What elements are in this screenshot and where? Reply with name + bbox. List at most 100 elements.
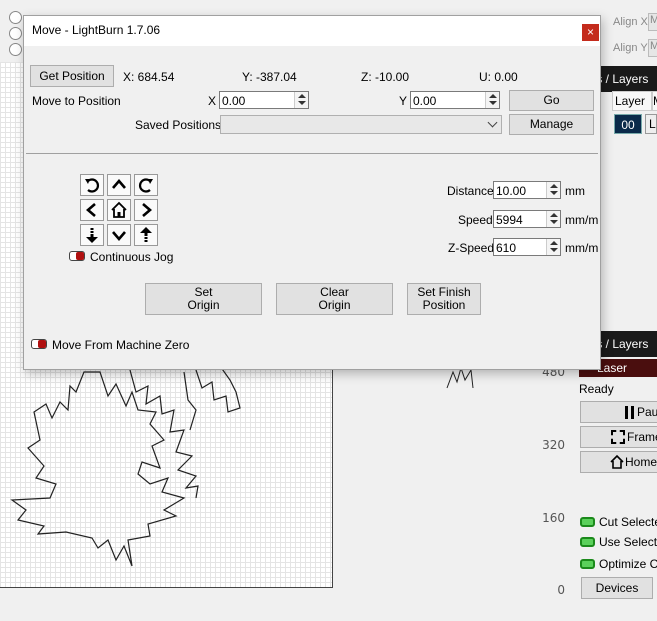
home-icon [610,454,624,469]
frame-icon [611,430,625,444]
align-x-button[interactable]: M [648,13,657,31]
laser-status: Ready [579,382,614,396]
move-dialog: Move - LightBurn 1.7.06 × Get Position X… [23,15,601,370]
spin-arrows-icon[interactable] [546,182,560,198]
x-position-readout: X: 684.54 [123,70,175,84]
spin-arrows-icon[interactable] [294,92,308,108]
z-up-arrow-icon [140,227,152,242]
toggle-on-icon [580,559,595,569]
clear-origin-button[interactable]: Clear Origin [276,283,393,315]
z-speed-value: 610 [496,241,517,255]
dialog-title: Move - LightBurn 1.7.06 [32,23,161,37]
spin-arrows-icon[interactable] [546,211,560,227]
dialog-divider [26,153,598,154]
y-position-readout: Y: -387.04 [242,70,297,84]
saved-positions-select[interactable] [220,115,502,134]
home-label: Home [625,455,657,469]
chevron-right-icon [142,203,152,217]
u-position-readout: U: 0.00 [479,70,518,84]
speed-value: 5994 [496,213,523,227]
chevron-down-icon [112,231,126,241]
use-selection-label: Use Selectio [599,535,657,549]
set-finish-position-button[interactable]: Set Finish Position [407,283,481,315]
z-down-arrow-icon [86,228,98,243]
pause-label: Pau [637,405,657,419]
devices-button[interactable]: Devices [581,577,653,599]
jog-up-button[interactable] [107,174,131,196]
move-from-zero-label: Move From Machine Zero [52,338,190,352]
distance-value: 10.00 [496,184,527,198]
go-button[interactable]: Go [509,90,594,111]
z-speed-input[interactable]: 610 [493,238,561,256]
manage-button[interactable]: Manage [509,114,594,135]
continuous-jog-label: Continuous Jog [90,250,174,264]
use-selection-toggle[interactable]: Use Selectio [580,534,657,550]
x-target-label: X [208,94,217,108]
move-from-zero-toggle[interactable] [31,339,47,349]
jog-home-button[interactable] [107,199,131,221]
z-down-button[interactable] [80,224,104,246]
speed-input[interactable]: 5994 [493,210,561,228]
z-position-readout: Z: -10.00 [361,70,410,84]
cut-selected-label: Cut Selecte [599,515,657,529]
cut-selected-toggle[interactable]: Cut Selecte [580,514,657,530]
ruler-label-160: 160 [542,511,565,525]
toolbar-radio-3[interactable] [9,43,22,56]
continuous-jog-toggle[interactable] [69,251,85,261]
move-to-position-label: Move to Position [32,94,121,108]
rotate-ccw-button[interactable] [80,174,104,196]
z-speed-unit: mm/m [565,241,599,255]
distance-input[interactable]: 10.00 [493,181,561,199]
toggle-on-icon [580,517,595,527]
toolbar-radio-1[interactable] [9,11,22,24]
home-button[interactable]: Home [580,451,657,473]
layer-column-header-extra: M [652,91,657,111]
rotate-cw-icon [138,178,153,193]
pause-button[interactable]: Pau [580,401,657,423]
home-icon [111,201,127,218]
optimize-label: Optimize Cu [599,557,657,571]
x-target-input[interactable]: 0.00 [219,91,309,109]
layer-row-extra: L [645,114,657,134]
jog-right-button[interactable] [134,199,158,221]
y-target-label: Y [399,94,408,108]
close-icon[interactable]: × [582,24,599,41]
dialog-titlebar[interactable]: Move - LightBurn 1.7.06 × [24,16,600,46]
speed-unit: mm/m [565,213,599,227]
z-speed-label: Z-Speed [448,241,495,255]
jog-left-button[interactable] [80,199,104,221]
toolbar-radio-2[interactable] [9,27,22,40]
z-up-button[interactable] [134,224,158,246]
pause-icon [625,406,628,419]
jog-down-button[interactable] [107,224,131,246]
layer-row-00[interactable]: 00 [614,114,642,134]
rotate-ccw-icon [85,178,100,193]
chevron-up-icon [112,179,126,189]
align-y-button[interactable]: M [648,39,657,57]
align-y-label: Align Y [613,42,648,54]
clear-origin-label: Clear Origin [318,285,351,312]
layer-column-header: Layer [612,91,652,111]
toggle-on-icon [580,537,595,547]
saved-positions-label: Saved Positions: [135,118,225,132]
ruler-label-0: 0 [557,583,565,597]
set-origin-label: Set Origin [187,285,220,312]
get-position-button[interactable]: Get Position [30,65,114,87]
chevron-left-icon [86,203,96,217]
chevron-down-icon [487,117,498,128]
x-target-value: 0.00 [222,94,246,108]
set-origin-button[interactable]: Set Origin [145,283,262,315]
distance-unit: mm [565,184,585,198]
optimize-cut-toggle[interactable]: Optimize Cu [580,556,657,572]
frame-button[interactable]: Frame [580,426,657,448]
y-target-value: 0.00 [413,94,437,108]
speed-label: Speed [458,213,493,227]
spin-arrows-icon[interactable] [546,239,560,255]
set-finish-label: Set Finish Position [417,285,471,312]
rotate-cw-button[interactable] [134,174,158,196]
ruler-label-320: 320 [542,438,565,452]
y-target-input[interactable]: 0.00 [410,91,500,109]
spin-arrows-icon[interactable] [485,92,499,108]
align-x-label: Align X [613,16,648,28]
distance-label: Distance [447,184,494,198]
